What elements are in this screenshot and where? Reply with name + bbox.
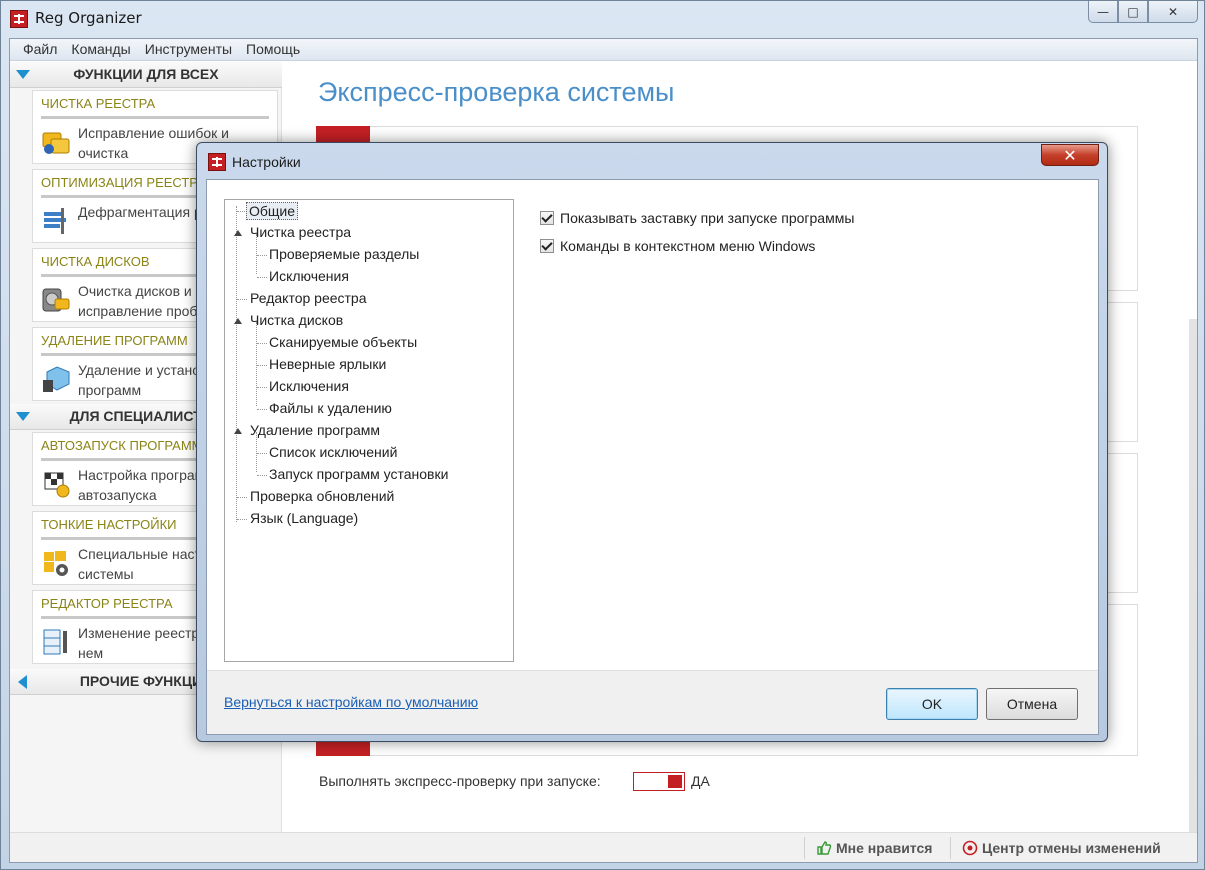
- ok-button[interactable]: OK: [886, 688, 978, 720]
- tree-item-registry-editor[interactable]: Редактор реестра: [250, 290, 367, 306]
- cancel-button[interactable]: Отмена: [986, 688, 1078, 720]
- app-logo-icon: [10, 10, 28, 28]
- scrollbar[interactable]: [1189, 319, 1197, 839]
- express-check-toggle[interactable]: [633, 772, 685, 791]
- registry-clean-icon: [42, 132, 70, 154]
- registry-defrag-icon: [44, 208, 66, 234]
- dialog-logo-icon: [208, 153, 226, 171]
- group-for-all[interactable]: ФУНКЦИИ ДЛЯ ВСЕХ: [10, 62, 282, 88]
- tree-item-uninstall[interactable]: Удаление программ: [250, 422, 380, 438]
- expand-triangle-icon[interactable]: [234, 230, 242, 236]
- tree-item-registry-clean[interactable]: Чистка реестра: [250, 224, 351, 240]
- expand-triangle-icon[interactable]: [234, 318, 242, 324]
- express-check-label: Выполнять экспресс-проверку при запуске:: [319, 773, 601, 789]
- tree-item-registry-exclusions[interactable]: Исключения: [269, 268, 349, 284]
- menu-help[interactable]: Помощь: [239, 39, 307, 60]
- undo-center-icon: [962, 840, 978, 856]
- caption-buttons: — □ ✕: [1088, 1, 1198, 23]
- show-splash-checkbox[interactable]: [540, 211, 554, 225]
- card-title: АВТОЗАПУСК ПРОГРАММ: [41, 438, 203, 453]
- context-menu-label: Команды в контекстном меню Windows: [560, 238, 816, 254]
- close-button[interactable]: ✕: [1148, 1, 1198, 23]
- disk-clean-icon: [42, 288, 70, 312]
- reset-defaults-link[interactable]: Вернуться к настройкам по умолчанию: [224, 694, 478, 710]
- minimize-button[interactable]: —: [1088, 1, 1118, 23]
- tweaks-icon: [44, 551, 68, 576]
- thumbs-up-icon: [817, 841, 832, 855]
- window-title: Reg Organizer: [35, 9, 142, 27]
- menu-commands[interactable]: Команды: [64, 39, 137, 60]
- tree-item-scanned-objects[interactable]: Сканируемые объекты: [269, 334, 417, 350]
- menu-file[interactable]: Файл: [16, 39, 64, 60]
- tree-item-disk-exclusions[interactable]: Исключения: [269, 378, 349, 394]
- like-button[interactable]: Мне нравится: [836, 840, 932, 856]
- dialog-body: Общие Чистка реестра Проверяемые разделы…: [206, 179, 1099, 735]
- undo-center-button[interactable]: Центр отмены изменений: [982, 840, 1161, 856]
- tree-item-general[interactable]: Общие: [246, 202, 299, 220]
- card-title: РЕДАКТОР РЕЕСТРА: [41, 596, 173, 611]
- dialog-close-button[interactable]: ✕: [1041, 144, 1099, 166]
- card-title: ТОНКИЕ НАСТРОЙКИ: [41, 517, 177, 532]
- tree-item-exclusion-list[interactable]: Список исключений: [269, 444, 397, 460]
- dialog-title: Настройки: [232, 154, 301, 170]
- menu-bar: Файл Команды Инструменты Помощь: [10, 39, 1197, 61]
- registry-editor-icon: [43, 629, 67, 655]
- status-bar: Мне нравится Центр отмены изменений: [10, 832, 1197, 862]
- uninstall-icon: [43, 366, 70, 392]
- group-label: ФУНКЦИИ ДЛЯ ВСЕХ: [73, 66, 219, 82]
- autorun-icon: [44, 472, 70, 498]
- tree-item-checked-sections[interactable]: Проверяемые разделы: [269, 246, 419, 262]
- context-menu-checkbox[interactable]: [540, 239, 554, 253]
- card-title: ОПТИМИЗАЦИЯ РЕЕСТРА: [41, 175, 206, 190]
- maximize-button[interactable]: □: [1118, 1, 1148, 23]
- menu-tools[interactable]: Инструменты: [138, 39, 239, 60]
- tree-item-bad-shortcuts[interactable]: Неверные ярлыки: [269, 356, 386, 372]
- page-title: Экспресс-проверка системы: [318, 77, 675, 107]
- card-title: УДАЛЕНИЕ ПРОГРАММ: [41, 333, 188, 348]
- settings-dialog: Настройки ✕ Общие Чистка реестра Проверя…: [196, 142, 1108, 742]
- toggle-value: ДА: [691, 773, 710, 789]
- tree-item-update-check[interactable]: Проверка обновлений: [250, 488, 394, 504]
- settings-tree: Общие Чистка реестра Проверяемые разделы…: [224, 199, 514, 662]
- tree-item-language[interactable]: Язык (Language): [250, 510, 358, 526]
- tree-item-files-to-delete[interactable]: Файлы к удалению: [269, 400, 392, 416]
- tree-item-disk-clean[interactable]: Чистка дисков: [250, 312, 343, 328]
- card-title: ЧИСТКА ДИСКОВ: [41, 254, 150, 269]
- card-title: ЧИСТКА РЕЕСТРА: [41, 96, 156, 111]
- expand-triangle-icon[interactable]: [234, 428, 242, 434]
- show-splash-label: Показывать заставку при запуске программ…: [560, 210, 855, 226]
- tree-item-installer-launch[interactable]: Запуск программ установки: [269, 466, 448, 482]
